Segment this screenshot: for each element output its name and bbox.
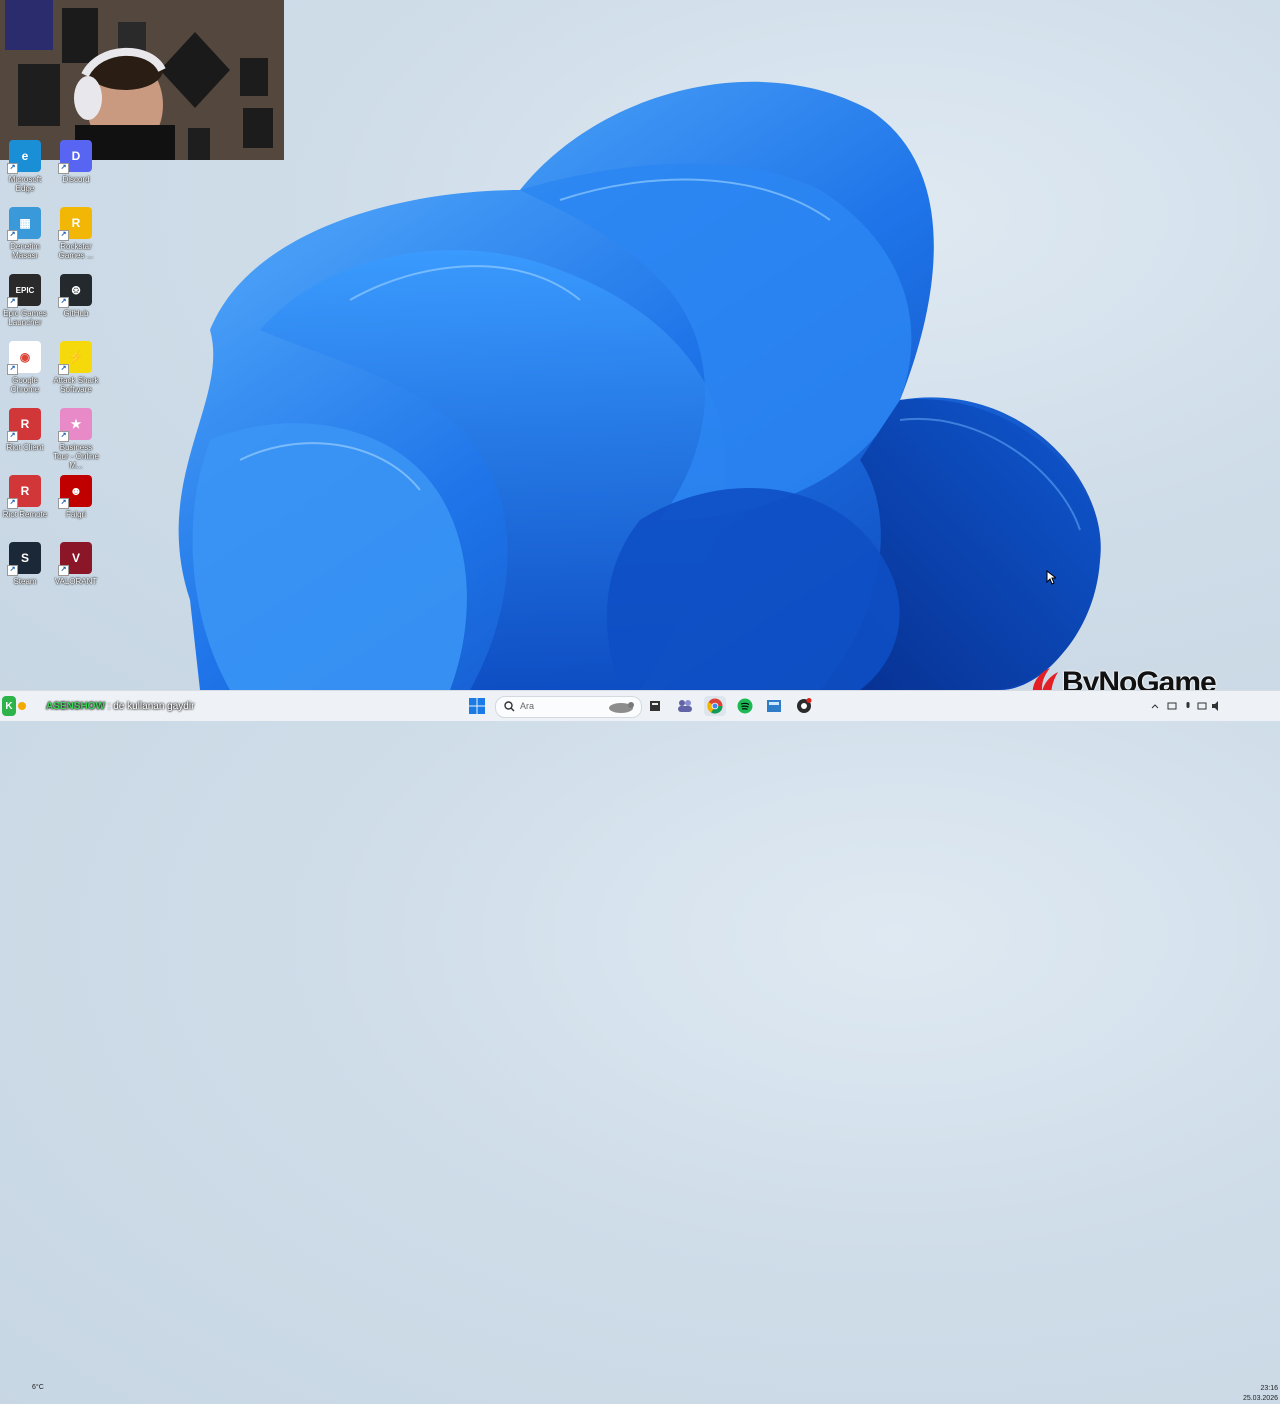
app-icon: D ↗ (58, 140, 92, 174)
clock[interactable]: 23:16 25.03.2026 (1228, 1384, 1278, 1404)
chrome-taskbar-button[interactable] (704, 696, 726, 716)
taskbar-search[interactable]: Ara (495, 696, 642, 718)
app-icon: ★ ↗ (58, 408, 92, 442)
teams-icon (678, 700, 692, 712)
search-highlight-icon (609, 702, 634, 713)
volume-icon[interactable] (1210, 696, 1224, 716)
app-icon: S ↗ (7, 542, 41, 576)
clock-date: 25.03.2026 (1242, 1395, 1278, 1402)
desktop-icon-denetim-masas[interactable]: ▦ ↗ Denetim Masası (0, 207, 50, 260)
shortcut-arrow-icon: ↗ (7, 565, 18, 576)
app-icon: ▦ ↗ (7, 207, 41, 241)
windows-icon (469, 698, 485, 714)
icon-label: Discord (62, 175, 90, 184)
shortcut-arrow-icon: ↗ (58, 230, 69, 241)
chat-message: : de kullanan gaydir (107, 701, 195, 712)
spotify-icon (737, 698, 753, 714)
app-window-button[interactable] (763, 696, 785, 716)
icon-label: Google Chrome (10, 376, 40, 394)
icon-label: Riot Client (6, 443, 44, 452)
shortcut-arrow-icon: ↗ (58, 364, 69, 375)
desktop-icon-falgri[interactable]: ☻ ↗ Falgri (51, 475, 101, 519)
start-button[interactable] (466, 696, 488, 716)
desktop-icon-riot-client[interactable]: R ↗ Riot Client (0, 408, 50, 452)
mouse-cursor (1046, 570, 1056, 585)
shortcut-arrow-icon: ↗ (58, 297, 69, 308)
icon-label: VALORANT (54, 577, 98, 586)
app-icon: R ↗ (7, 408, 41, 442)
microphone-icon[interactable] (1182, 696, 1194, 716)
search-placeholder: Ara (520, 701, 535, 711)
chat-username: ASENSHOW (46, 701, 105, 712)
icon-label: Riot Remote (2, 510, 48, 519)
app-window-icon (767, 700, 781, 712)
desktop-icon-riot-remote[interactable]: R ↗ Riot Remote (0, 475, 50, 519)
icon-label: GitHub (63, 309, 89, 318)
clock-time: 23:16 (1260, 1385, 1278, 1392)
network-icon[interactable] (1166, 696, 1178, 716)
shortcut-arrow-icon: ↗ (7, 498, 18, 509)
icon-label: Steam (13, 577, 37, 586)
teams-button[interactable] (674, 696, 696, 716)
search-icon (504, 701, 515, 712)
app-icon: ☻ ↗ (58, 475, 92, 509)
chevron-up-icon[interactable] (1150, 696, 1160, 716)
desktop-icon-epic-games-launcher[interactable]: EPIC ↗ Epic Games Launcher (0, 274, 50, 327)
shortcut-arrow-icon: ↗ (58, 498, 69, 509)
app-icon: ⊛ ↗ (58, 274, 92, 308)
webcam-overlay (0, 0, 284, 160)
shortcut-arrow-icon: ↗ (7, 297, 18, 308)
app-icon: R ↗ (58, 207, 92, 241)
file-explorer-button[interactable] (644, 696, 666, 716)
desktop-icon-github[interactable]: ⊛ ↗ GitHub (51, 274, 101, 318)
shortcut-arrow-icon: ↗ (58, 565, 69, 576)
desktop-icon-google-chrome[interactable]: ◉ ↗ Google Chrome (0, 341, 50, 394)
desktop-icon-valorant[interactable]: V ↗ VALORANT (51, 542, 101, 586)
app-icon: R ↗ (7, 475, 41, 509)
app-icon: ⚡ ↗ (58, 341, 92, 375)
icon-label: Falgri (65, 510, 86, 519)
shortcut-arrow-icon: ↗ (58, 163, 69, 174)
desktop-icon-microsoft-edge[interactable]: e ↗ Microsoft Edge (0, 140, 50, 193)
app-icon: e ↗ (7, 140, 41, 174)
display-icon[interactable] (1196, 696, 1208, 716)
stream-chat-overlay: ASENSHOW : de kullanan gaydir (46, 701, 194, 712)
app-icon: V ↗ (58, 542, 92, 576)
desktop-icon-discord[interactable]: D ↗ Discord (51, 140, 101, 184)
icon-label: Denetim Masası (10, 242, 40, 260)
desktop-icon-steam[interactable]: S ↗ Steam (0, 542, 50, 586)
icon-label: Rockstar Games ... (58, 242, 94, 260)
shortcut-arrow-icon: ↗ (58, 431, 69, 442)
icon-label: Attack Shark Software (53, 376, 99, 394)
shortcut-arrow-icon: ↗ (7, 230, 18, 241)
obs-button[interactable] (793, 696, 815, 716)
weather-temp: 6°C (32, 1384, 44, 1391)
kick-icon[interactable]: K (2, 696, 16, 716)
icon-label: Epic Games Launcher (3, 309, 47, 327)
shortcut-arrow-icon: ↗ (7, 364, 18, 375)
shortcut-arrow-icon: ↗ (7, 163, 18, 174)
desktop-icon-attack-shark-software[interactable]: ⚡ ↗ Attack Shark Software (51, 341, 101, 394)
chrome-icon (707, 698, 723, 714)
icon-label: Business Tour - Online M... (53, 443, 99, 470)
desktop-icon-rockstar-games[interactable]: R ↗ Rockstar Games ... (51, 207, 101, 260)
app-icon: EPIC ↗ (7, 274, 41, 308)
shortcut-arrow-icon: ↗ (7, 431, 18, 442)
obs-icon (797, 698, 812, 713)
spotify-button[interactable] (734, 696, 756, 716)
desktop-icon-business-tour-online-m[interactable]: ★ ↗ Business Tour - Online M... (51, 408, 101, 470)
app-icon: ◉ ↗ (7, 341, 41, 375)
file-explorer-icon (650, 701, 660, 711)
icon-label: Microsoft Edge (8, 175, 42, 193)
weather-icon[interactable] (17, 696, 29, 716)
